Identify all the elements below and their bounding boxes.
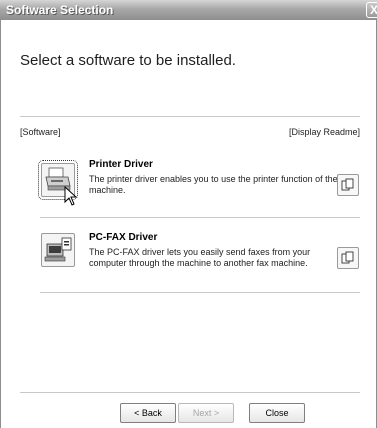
pc-fax-driver-readme-button[interactable] [337, 247, 359, 269]
pc-fax-driver-description-line1: The PC-FAX driver lets you easily send f… [89, 247, 311, 257]
page-heading: Select a software to be installed. [20, 52, 236, 69]
window-title: Software Selection [6, 3, 114, 17]
close-icon: X [369, 3, 377, 17]
back-button[interactable]: < Back [120, 403, 176, 423]
close-window-button[interactable]: X [366, 2, 377, 18]
pc-fax-driver-install-button[interactable] [41, 233, 75, 267]
dialog-body [0, 20, 377, 428]
header-separator-highlight [20, 117, 360, 118]
close-button[interactable]: Close [249, 403, 305, 423]
item-separator [40, 217, 360, 218]
pc-fax-icon [44, 237, 72, 262]
mouse-cursor-icon [64, 186, 78, 206]
printer-driver-readme-button[interactable] [337, 174, 359, 196]
printer-driver-description-line2: machine. [89, 185, 126, 195]
display-readme-column-header: [Display Readme] [289, 127, 361, 137]
footer-separator-highlight [20, 393, 360, 394]
readme-document-icon [341, 178, 354, 191]
pc-fax-driver-title: PC-FAX Driver [89, 232, 158, 243]
readme-document-icon [341, 251, 354, 264]
item-separator [40, 292, 360, 293]
printer-driver-title: Printer Driver [89, 159, 153, 170]
pc-fax-driver-description-line2: computer through the machine to another … [89, 258, 308, 268]
next-button[interactable]: Next > [178, 403, 234, 423]
title-bar: Software Selection X [0, 0, 377, 20]
software-column-header: [Software] [20, 127, 61, 137]
printer-driver-description-line1: The printer driver enables you to use th… [89, 174, 338, 184]
